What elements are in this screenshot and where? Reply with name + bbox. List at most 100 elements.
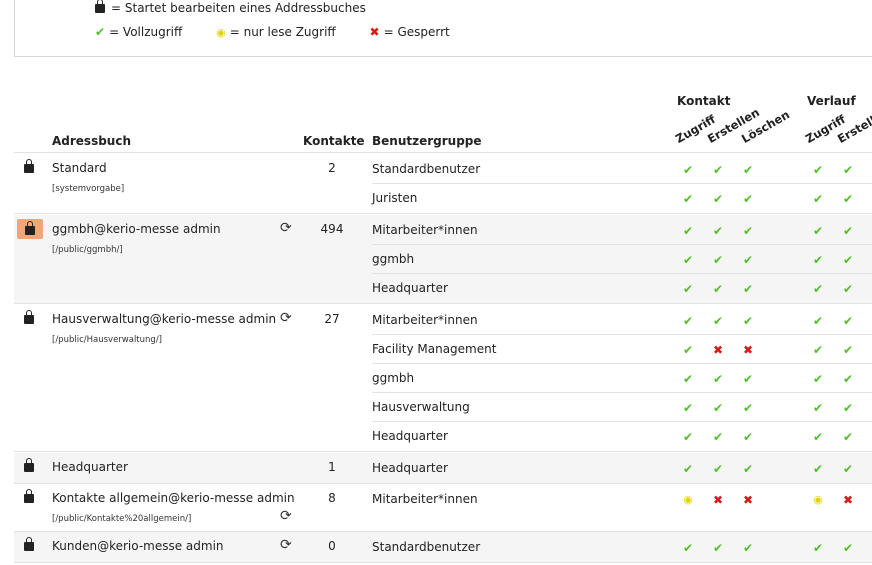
check-icon[interactable]: ✔ xyxy=(711,224,725,238)
usergroup-name: Headquarter xyxy=(372,461,448,475)
check-icon[interactable]: ✔ xyxy=(841,192,855,206)
cross-icon[interactable]: ✖ xyxy=(741,343,755,357)
addressbook-name[interactable]: ggmbh@kerio-messe admin xyxy=(52,222,221,236)
header-addressbook: Adressbuch xyxy=(52,134,132,148)
legend-lock: = Startet bearbeiten eines Addressbuches xyxy=(95,0,366,15)
check-icon[interactable]: ✔ xyxy=(741,401,755,415)
check-icon[interactable]: ✔ xyxy=(681,282,695,296)
check-icon[interactable]: ✔ xyxy=(841,462,855,476)
check-icon[interactable]: ✔ xyxy=(811,401,825,415)
sync-icon[interactable]: ⟳ xyxy=(280,538,292,552)
check-icon[interactable]: ✔ xyxy=(741,462,755,476)
contact-count: 1 xyxy=(328,460,336,474)
check-icon[interactable]: ✔ xyxy=(741,430,755,444)
check-icon[interactable]: ✔ xyxy=(841,253,855,267)
check-icon[interactable]: ✔ xyxy=(711,253,725,267)
check-icon[interactable]: ✔ xyxy=(811,343,825,357)
check-icon[interactable]: ✔ xyxy=(741,163,755,177)
check-icon[interactable]: ✔ xyxy=(681,253,695,267)
lock-icon[interactable] xyxy=(24,310,34,324)
check-icon[interactable]: ✔ xyxy=(811,163,825,177)
check-icon[interactable]: ✔ xyxy=(841,163,855,177)
cross-icon[interactable]: ✖ xyxy=(741,493,755,507)
check-icon[interactable]: ✔ xyxy=(811,372,825,386)
addressbook-name[interactable]: Hausverwaltung@kerio-messe admin xyxy=(52,312,276,326)
usergroup-name: Mitarbeiter*innen xyxy=(372,492,478,506)
check-icon[interactable]: ✔ xyxy=(741,224,755,238)
check-icon[interactable]: ✔ xyxy=(711,541,725,555)
lock-icon[interactable] xyxy=(24,458,34,472)
check-icon[interactable]: ✔ xyxy=(811,462,825,476)
lock-icon[interactable] xyxy=(24,489,34,503)
check-icon[interactable]: ✔ xyxy=(741,541,755,555)
check-icon[interactable]: ✔ xyxy=(741,372,755,386)
check-icon[interactable]: ✔ xyxy=(711,462,725,476)
check-icon[interactable]: ✔ xyxy=(811,192,825,206)
check-icon[interactable]: ✔ xyxy=(681,343,695,357)
check-icon[interactable]: ✔ xyxy=(681,372,695,386)
check-icon[interactable]: ✔ xyxy=(811,314,825,328)
sync-icon[interactable]: ⟳ xyxy=(280,221,292,235)
addressbook-name[interactable]: Headquarter xyxy=(52,460,128,474)
check-icon[interactable]: ✔ xyxy=(841,314,855,328)
check-icon[interactable]: ✔ xyxy=(811,541,825,555)
check-icon[interactable]: ✔ xyxy=(841,430,855,444)
check-icon[interactable]: ✔ xyxy=(841,401,855,415)
check-icon[interactable]: ✔ xyxy=(711,192,725,206)
check-icon[interactable]: ✔ xyxy=(811,282,825,296)
lock-icon[interactable] xyxy=(24,537,34,551)
check-icon[interactable]: ✔ xyxy=(711,372,725,386)
check-icon[interactable]: ✔ xyxy=(811,253,825,267)
contact-count: 0 xyxy=(328,539,336,553)
check-icon[interactable]: ✔ xyxy=(811,430,825,444)
row-separator xyxy=(372,392,872,393)
check-icon[interactable]: ✔ xyxy=(841,372,855,386)
block-separator xyxy=(14,303,872,304)
usergroup-name: Hausverwaltung xyxy=(372,400,470,414)
check-icon[interactable]: ✔ xyxy=(681,224,695,238)
check-icon[interactable]: ✔ xyxy=(711,163,725,177)
cross-icon[interactable]: ✖ xyxy=(841,493,855,507)
check-icon[interactable]: ✔ xyxy=(811,224,825,238)
check-icon[interactable]: ✔ xyxy=(681,163,695,177)
block-separator xyxy=(14,213,872,214)
cross-icon[interactable]: ✖ xyxy=(711,493,725,507)
check-icon[interactable]: ✔ xyxy=(681,541,695,555)
check-icon[interactable]: ✔ xyxy=(741,253,755,267)
check-icon[interactable]: ✔ xyxy=(741,282,755,296)
legend-read-text: = nur lese Zugriff xyxy=(229,25,336,39)
check-icon[interactable]: ✔ xyxy=(711,401,725,415)
sync-icon[interactable]: ⟳ xyxy=(280,311,292,325)
check-icon[interactable]: ✔ xyxy=(741,192,755,206)
check-icon[interactable]: ✔ xyxy=(681,192,695,206)
block-separator xyxy=(14,451,872,452)
header-contacts: Kontakte xyxy=(303,134,365,148)
contact-count: 494 xyxy=(320,222,344,236)
check-icon[interactable]: ✔ xyxy=(841,541,855,555)
check-icon[interactable]: ✔ xyxy=(841,282,855,296)
row-separator xyxy=(372,273,872,274)
check-icon[interactable]: ✔ xyxy=(711,314,725,328)
lock-icon[interactable] xyxy=(24,159,34,173)
block-separator xyxy=(14,562,872,563)
eye-icon[interactable]: ◉ xyxy=(811,493,825,507)
addressbook-name[interactable]: Standard xyxy=(52,161,107,175)
check-icon[interactable]: ✔ xyxy=(681,462,695,476)
check-icon[interactable]: ✔ xyxy=(681,430,695,444)
legend-blocked-text: = Gesperrt xyxy=(383,25,450,39)
eye-icon[interactable]: ◉ xyxy=(681,493,695,507)
check-icon[interactable]: ✔ xyxy=(841,224,855,238)
usergroup-name: Mitarbeiter*innen xyxy=(372,223,478,237)
check-icon[interactable]: ✔ xyxy=(741,314,755,328)
addressbook-name[interactable]: Kunden@kerio-messe admin xyxy=(52,539,224,553)
check-icon[interactable]: ✔ xyxy=(841,343,855,357)
addressbook-name[interactable]: Kontakte allgemein@kerio-messe admin xyxy=(52,491,295,505)
cross-icon[interactable]: ✖ xyxy=(711,343,725,357)
check-icon[interactable]: ✔ xyxy=(711,282,725,296)
sync-icon[interactable]: ⟳ xyxy=(280,509,292,523)
contact-count: 8 xyxy=(328,491,336,505)
check-icon[interactable]: ✔ xyxy=(681,401,695,415)
check-icon[interactable]: ✔ xyxy=(711,430,725,444)
edit-lock-button[interactable] xyxy=(17,219,43,239)
check-icon[interactable]: ✔ xyxy=(681,314,695,328)
